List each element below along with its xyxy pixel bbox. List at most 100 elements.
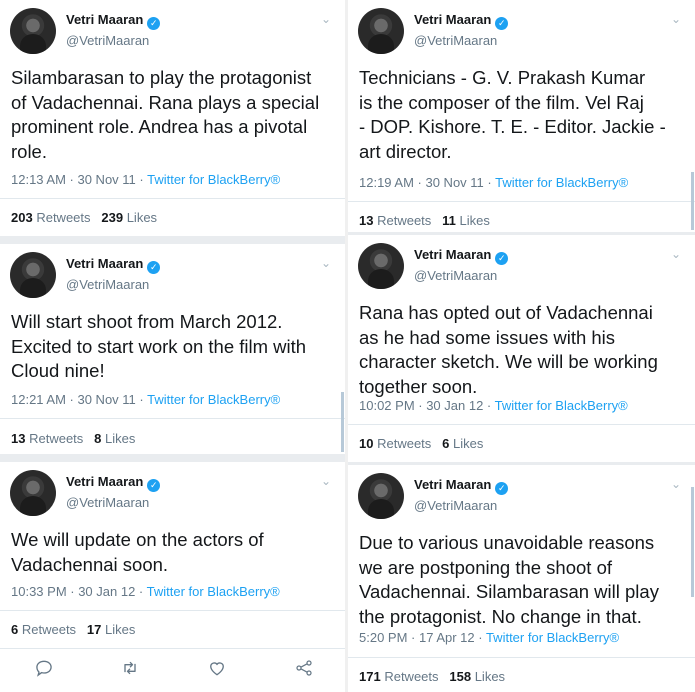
verified-badge-icon: ✓: [495, 482, 509, 495]
separator: [0, 610, 345, 611]
author-name[interactable]: Vetri Maaran ✓: [66, 474, 161, 492]
author-handle[interactable]: @VetriMaaran: [414, 33, 497, 48]
author-handle[interactable]: @VetriMaaran: [414, 498, 497, 513]
retweet-count[interactable]: 13: [359, 213, 373, 228]
scrollbar[interactable]: [691, 172, 694, 230]
likes-label: Likes: [453, 436, 484, 451]
tweet-text: Due to various unavoidable reasons we ar…: [359, 531, 659, 629]
tweet-text-line: together soon.: [359, 375, 478, 397]
author-name-text: Vetri Maaran: [414, 477, 492, 492]
scrollbar[interactable]: [341, 392, 344, 452]
tweet-time: 10:02 PM · 30 Jan 12 ·: [359, 398, 495, 413]
likes-label: Likes: [474, 669, 506, 684]
avatar[interactable]: [10, 8, 56, 54]
tweet-text-line: prominent role. Andrea has a pivotal: [11, 116, 308, 137]
tweet-card[interactable]: Vetri Maaran ✓ @VetriMaaran ⌄ We will upd…: [0, 462, 345, 648]
tweet-text-line: - DOP. Kishore. T. E. - Editor. Jackie -: [359, 116, 666, 137]
tweet-source-link[interactable]: Twitter for BlackBerry®: [495, 175, 628, 190]
author-handle[interactable]: @VetriMaaran: [66, 33, 149, 48]
tweet-time: 12:19 AM · 30 Nov 11 ·: [359, 175, 496, 190]
like-count[interactable]: 158: [449, 669, 471, 684]
tweet-text-line: Vadachennai. Silambarasan will play: [359, 581, 659, 602]
verified-badge-icon: ✓: [495, 17, 509, 30]
author-name[interactable]: Vetri Maaran ✓: [414, 477, 509, 495]
avatar[interactable]: [358, 473, 404, 519]
avatar[interactable]: [10, 470, 56, 516]
card-gap: [0, 454, 345, 462]
tweet-card[interactable]: Vetri Maaran ✓ @VetriMaaran ⌄ Will start …: [0, 244, 345, 454]
tweet-text-line: we are postponing the shoot of: [359, 556, 613, 578]
retweets-label: Retweets: [29, 431, 84, 446]
tweet-text: We will update on the actors of Vadachen…: [11, 528, 264, 577]
tweet-meta: 12:21 AM · 30 Nov 11 · Twitter for Black…: [11, 392, 280, 407]
author-name[interactable]: Vetri Maaran ✓: [414, 247, 509, 265]
tweet-text-line: Vadachennai soon.: [11, 553, 169, 575]
author-handle[interactable]: @VetriMaaran: [66, 495, 149, 510]
tweet-text: Technicians - G. V. Prakash Kumar is the…: [359, 66, 666, 164]
author-name-text: Vetri Maaran: [66, 12, 144, 27]
verified-badge-icon: ✓: [147, 17, 161, 30]
tweet-source-link[interactable]: Twitter for BlackBerry®: [147, 584, 280, 599]
like-count[interactable]: 11: [442, 213, 456, 228]
card-gap: [0, 236, 345, 244]
tweet-stats: 203 Retweets 239 Likes: [11, 210, 157, 225]
tweet-text: Will start shoot from March 2012. Excite…: [11, 310, 306, 384]
chevron-down-icon[interactable]: ⌄: [321, 12, 331, 26]
tweet-time: 12:21 AM · 30 Nov 11 ·: [11, 392, 148, 407]
retweets-label: Retweets: [36, 210, 91, 225]
like-count[interactable]: 8: [94, 431, 101, 446]
retweet-count[interactable]: 6: [11, 622, 18, 637]
tweet-source-link[interactable]: Twitter for BlackBerry®: [495, 398, 628, 413]
separator: [348, 201, 695, 202]
retweets-label: Retweets: [21, 622, 77, 637]
tweet-source-link[interactable]: Twitter for BlackBerry®: [147, 172, 280, 187]
chevron-down-icon[interactable]: ⌄: [671, 12, 681, 26]
retweet-count[interactable]: 171: [359, 669, 381, 684]
tweet-card[interactable]: Vetri Maaran ✓ @VetriMaaran ⌄ Technicians…: [348, 0, 695, 232]
author-handle[interactable]: @VetriMaaran: [66, 277, 149, 292]
scrollbar[interactable]: [691, 487, 694, 597]
avatar[interactable]: [10, 252, 56, 298]
author-name[interactable]: Vetri Maaran ✓: [66, 256, 161, 274]
author-name-text: Vetri Maaran: [414, 12, 492, 27]
tweet-card[interactable]: Vetri Maaran ✓ @VetriMaaran ⌄ Due to vari…: [348, 465, 695, 692]
retweet-count[interactable]: 10: [359, 436, 373, 451]
chevron-down-icon[interactable]: ⌄: [321, 474, 331, 488]
author-name-text: Vetri Maaran: [66, 474, 144, 489]
tweet-text-line: Silambarasan to play the protagonist: [11, 67, 312, 88]
verified-badge-icon: ✓: [495, 252, 509, 265]
author-name[interactable]: Vetri Maaran ✓: [66, 12, 161, 30]
retweet-count[interactable]: 203: [11, 210, 33, 225]
likes-label: Likes: [459, 213, 490, 228]
author-handle[interactable]: @VetriMaaran: [414, 268, 497, 283]
tweet-time: 12:13 AM · 30 Nov 11 ·: [11, 172, 148, 187]
like-count[interactable]: 6: [442, 436, 449, 451]
like-count[interactable]: 239: [101, 210, 123, 225]
retweet-icon[interactable]: [120, 658, 140, 678]
separator: [0, 198, 345, 199]
tweet-meta: 12:19 AM · 30 Nov 11 · Twitter for Black…: [359, 175, 628, 190]
author-name[interactable]: Vetri Maaran ✓: [414, 12, 509, 30]
verified-badge-icon: ✓: [147, 479, 161, 492]
tweet-meta: 5:20 PM · 17 Apr 12 · Twitter for BlackB…: [359, 630, 619, 645]
tweet-card[interactable]: Vetri Maaran ✓ @VetriMaaran ⌄ Rana has op…: [348, 235, 695, 462]
chevron-down-icon[interactable]: ⌄: [671, 247, 681, 261]
share-icon[interactable]: [294, 658, 314, 678]
like-icon[interactable]: [207, 658, 227, 678]
tweet-source-link[interactable]: Twitter for BlackBerry®: [147, 392, 280, 407]
tweet-meta: 12:13 AM · 30 Nov 11 · Twitter for Black…: [11, 172, 280, 187]
retweets-label: Retweets: [384, 669, 439, 684]
author-name-text: Vetri Maaran: [414, 247, 492, 262]
reply-icon[interactable]: [34, 658, 54, 678]
tweet-card[interactable]: Vetri Maaran ✓ @VetriMaaran ⌄ Silambarasa…: [0, 0, 345, 236]
like-count[interactable]: 17: [87, 622, 101, 637]
chevron-down-icon[interactable]: ⌄: [671, 477, 681, 491]
avatar[interactable]: [358, 243, 404, 289]
retweets-label: Retweets: [377, 436, 432, 451]
chevron-down-icon[interactable]: ⌄: [321, 256, 331, 270]
retweet-count[interactable]: 13: [11, 431, 25, 446]
tweet-source-link[interactable]: Twitter for BlackBerry®: [486, 630, 619, 645]
tweet-stats: 171 Retweets 158 Likes: [359, 669, 505, 684]
tweet-text-line: Technicians - G. V. Prakash Kumar: [359, 67, 646, 88]
avatar[interactable]: [358, 8, 404, 54]
